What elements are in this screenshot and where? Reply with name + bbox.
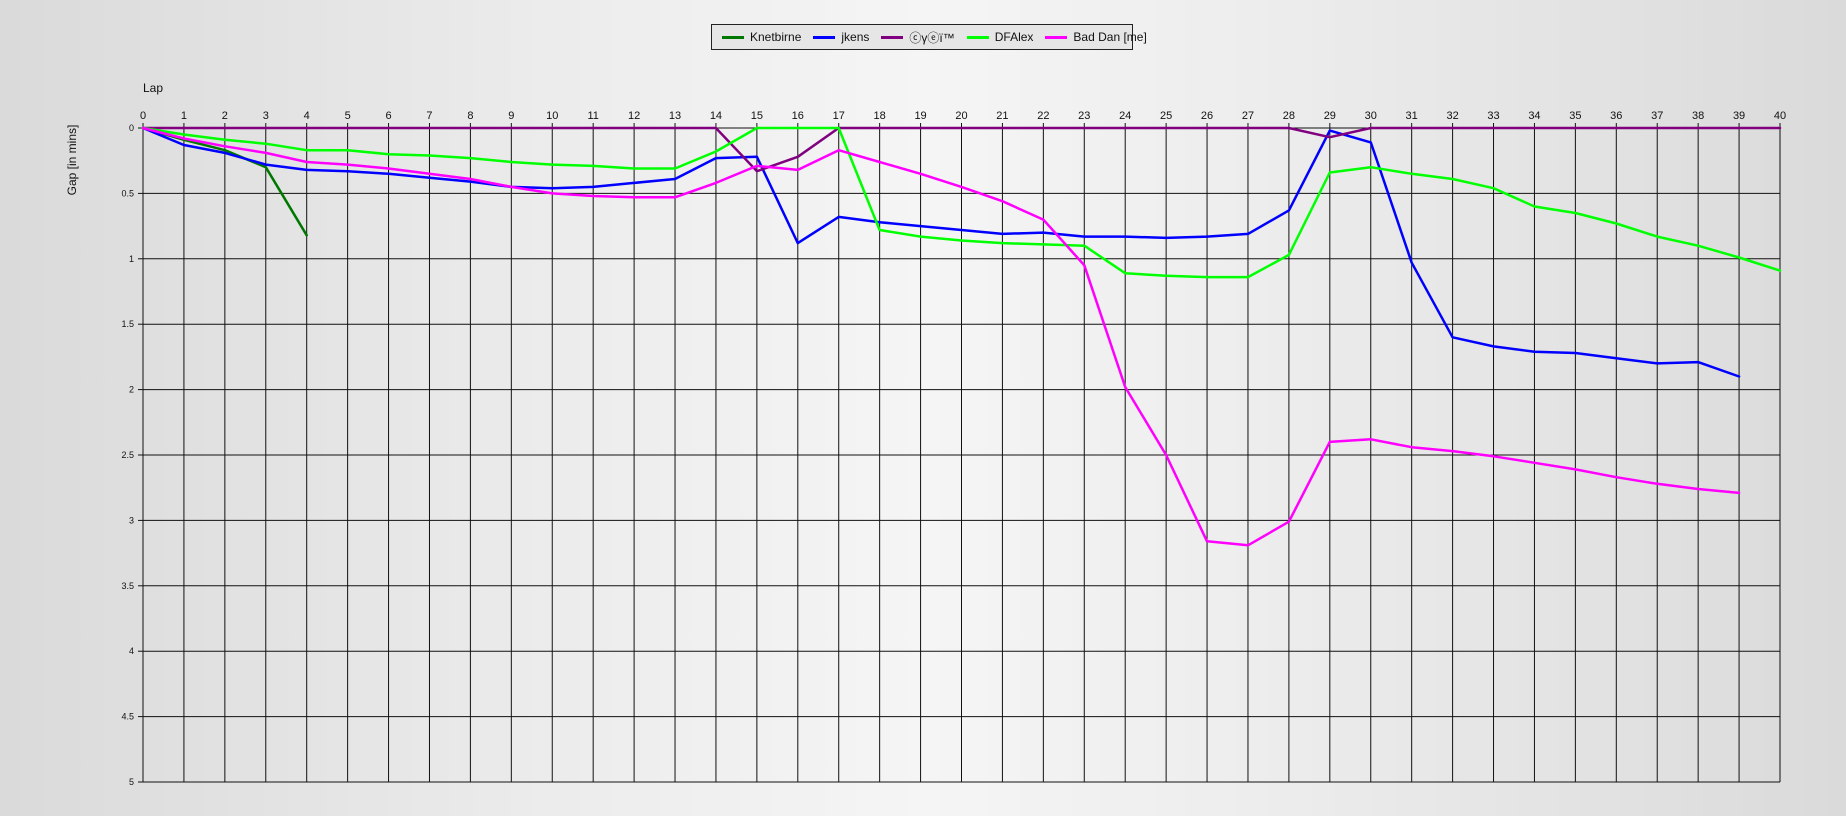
x-tick-label: 12 [628,110,640,122]
x-tick-label: 29 [1324,110,1336,122]
legend-label: Knetbirne [750,30,802,44]
y-tick-label: 3.5 [121,581,134,591]
x-tick-label: 31 [1406,110,1418,122]
x-tick-label: 23 [1078,110,1090,122]
y-tick-label: 1 [129,254,134,264]
x-tick-label: 18 [874,110,886,122]
x-tick-label: 11 [587,110,598,122]
y-tick-label: 1.5 [121,319,134,329]
x-tick-label: 24 [1119,110,1131,122]
y-axis-ticks: 0 0.5 1 1.5 2 2.5 3 3.5 4 4.5 5 [121,123,143,787]
x-tick-label: 14 [710,110,722,122]
x-tick-label: 3 [263,110,269,122]
y-tick-label: 4.5 [121,712,134,722]
x-tick-label: 25 [1160,110,1172,122]
x-tick-label: 19 [914,110,926,122]
x-tick-label: 17 [833,110,845,122]
x-tick-label: 8 [467,110,473,122]
legend-label: DFAlex [994,30,1034,44]
x-tick-label: 1 [181,110,187,122]
series-line-2 [141,126,1741,378]
legend-item: DFAlex [966,30,1034,44]
legend-item: ⓒγⓔï™ [881,29,955,46]
legend-swatch [1045,35,1068,39]
x-tick-label: 37 [1651,110,1663,122]
x-tick-label: 10 [546,110,558,122]
x-tick-label: 7 [426,110,432,122]
legend-label: Bad Dan [me] [1073,30,1147,44]
y-tick-label: 2.5 [121,450,134,460]
y-tick-label: 0.5 [121,188,134,198]
x-tick-label: 35 [1569,110,1581,122]
x-tick-label: 27 [1242,110,1254,122]
x-tick-label: 21 [996,110,1008,122]
x-tick-label: 28 [1283,110,1295,122]
x-tick-label: 38 [1692,110,1704,122]
x-tick-label: 36 [1610,110,1622,122]
x-tick-label: 39 [1733,110,1745,122]
y-axis-title: Gap [in mins] [65,124,79,196]
legend-label: jkens [841,30,870,44]
x-tick-label: 32 [1446,110,1458,122]
x-tick-label: 9 [508,110,514,122]
grid-lines [142,127,1781,783]
legend-item: Knetbirne [722,30,801,44]
chart-legend: Knetbirne jkens ⓒγⓔï™ DFAlex Bad Dan [me] [711,24,1147,50]
x-tick-label: 15 [751,110,763,122]
legend-swatch [966,35,989,39]
x-tick-label: 33 [1487,110,1499,122]
y-tick-label: 2 [129,385,134,395]
y-tick-label: 0 [129,123,134,133]
legend-item: Bad Dan [me] [1045,30,1147,44]
x-tick-label: 4 [304,110,310,122]
x-tick-label: 2 [222,110,228,122]
x-tick-label: 20 [955,110,967,122]
legend-swatch [813,35,836,39]
y-tick-label: 4 [129,646,134,656]
x-tick-label: 6 [385,110,391,122]
x-tick-label: 13 [669,110,681,122]
y-tick-label: 3 [129,515,134,525]
x-axis-title: Lap [143,81,164,95]
legend-label: ⓒγⓔï™ [909,30,955,45]
legend-swatch [881,35,904,39]
x-tick-label: 40 [1774,110,1786,122]
x-tick-label: 30 [1365,110,1377,122]
legend-swatch [722,35,744,39]
x-tick-label: 0 [140,110,146,122]
x-axis-ticks: 0 1 2 3 4 5 6 7 8 9 10 11 12 13 14 15 16 17 18 19 20 21 22 23 24… [140,110,1786,128]
x-tick-label: 16 [792,110,804,122]
x-tick-label: 26 [1201,110,1213,122]
x-tick-label: 22 [1037,110,1049,122]
x-tick-label: 5 [345,110,351,122]
x-tick-label: 34 [1528,110,1540,122]
lap-chart: 0 1 2 3 4 5 6 7 8 9 10 11 12 13 14 15 16 17 18 19 20 21 22 23 24… [121,110,1786,787]
legend-item: jkens [813,30,869,44]
y-tick-label: 5 [129,777,134,787]
